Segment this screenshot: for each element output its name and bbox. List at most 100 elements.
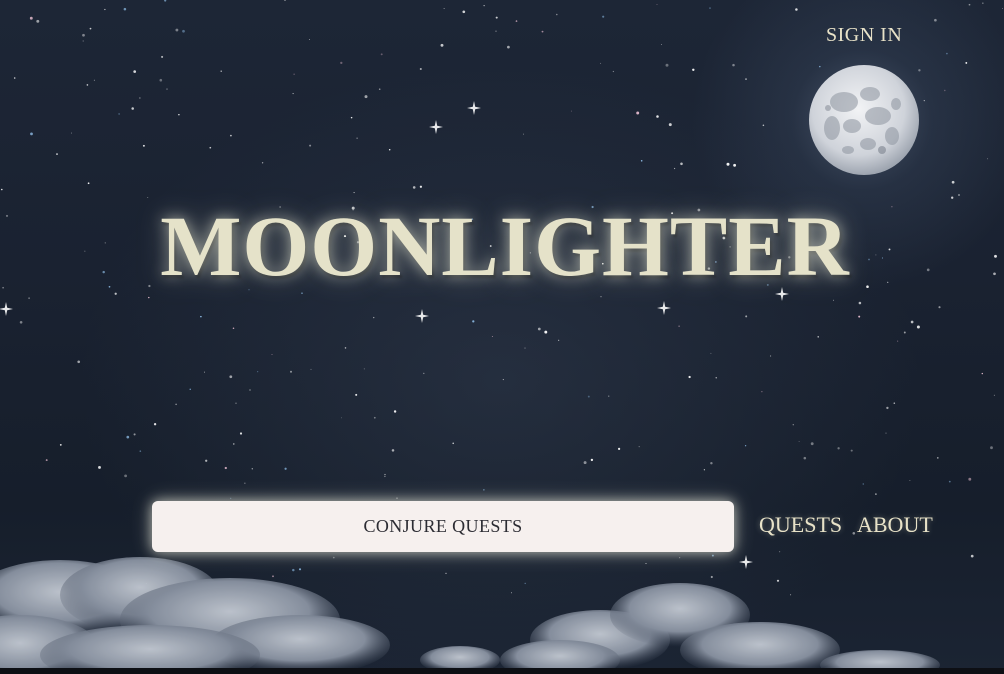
about-link[interactable]: ABOUT (857, 512, 933, 538)
star (733, 163, 737, 167)
star (235, 402, 237, 404)
star (524, 347, 526, 349)
star (483, 489, 485, 491)
star (36, 19, 40, 23)
star (384, 473, 386, 476)
star (419, 67, 422, 71)
star (104, 242, 106, 244)
star (292, 93, 294, 95)
star (59, 444, 62, 446)
star (948, 480, 951, 483)
star (153, 423, 157, 426)
star (388, 149, 391, 151)
star (310, 368, 312, 370)
star (309, 144, 312, 147)
star (583, 461, 587, 465)
star (350, 116, 353, 119)
star (862, 483, 864, 485)
star (993, 394, 995, 396)
star (745, 78, 747, 80)
star (82, 33, 85, 37)
star (82, 40, 84, 42)
sign-in-link[interactable]: SIGN IN (826, 24, 902, 47)
star (522, 133, 525, 135)
star (257, 371, 259, 373)
star (726, 162, 730, 166)
star (133, 70, 137, 73)
star (981, 372, 983, 375)
star (124, 474, 127, 478)
star (958, 194, 960, 196)
star (380, 53, 383, 56)
star (133, 433, 136, 436)
star (608, 395, 610, 397)
star (353, 192, 355, 194)
clouds (0, 557, 940, 674)
star (990, 446, 993, 450)
star (391, 449, 395, 452)
star (770, 355, 772, 357)
star (378, 88, 381, 90)
hero-scene: SIGN IN MOONLIGHTER CONJURE QUESTS QUEST… (0, 0, 1004, 674)
star (384, 475, 386, 478)
sparkle-star (429, 120, 443, 134)
star (293, 73, 295, 75)
star (938, 306, 941, 309)
star (888, 248, 891, 251)
star (703, 469, 706, 471)
star (393, 410, 397, 413)
star (118, 113, 120, 115)
star (858, 315, 861, 318)
conjure-quests-button[interactable]: CONJURE QUESTS (152, 501, 734, 552)
star (220, 70, 222, 72)
star (951, 180, 955, 184)
star (148, 296, 150, 299)
star (2, 286, 4, 289)
star (98, 465, 101, 469)
star (987, 158, 989, 160)
star (558, 339, 560, 341)
star (5, 214, 9, 217)
star (142, 144, 145, 147)
star (612, 70, 615, 73)
star (810, 442, 814, 446)
star (340, 61, 343, 65)
star (189, 388, 191, 390)
star (891, 206, 893, 208)
star (205, 459, 208, 462)
star (661, 44, 662, 46)
star (795, 8, 798, 11)
moon-icon (809, 65, 919, 175)
star (104, 8, 106, 11)
star (89, 27, 92, 30)
star (886, 406, 889, 410)
star (86, 84, 89, 86)
star (77, 360, 81, 364)
star (688, 375, 691, 379)
quests-link[interactable]: QUESTS (759, 512, 842, 538)
star (837, 447, 840, 450)
star (875, 493, 877, 495)
star (968, 3, 971, 6)
star (102, 270, 105, 274)
star (674, 167, 676, 170)
sparkle-star (0, 302, 13, 316)
star (792, 424, 794, 426)
star (161, 55, 164, 58)
star (587, 395, 590, 398)
star (982, 2, 984, 4)
star (636, 111, 640, 115)
star (544, 330, 548, 334)
star (715, 377, 717, 379)
page-title: MOONLIGHTER (160, 198, 850, 294)
star (541, 30, 544, 33)
star (916, 325, 920, 329)
star (744, 445, 747, 447)
star (87, 182, 90, 185)
star (363, 368, 365, 370)
star (936, 457, 939, 459)
star (590, 458, 594, 462)
star (850, 449, 853, 452)
star (70, 132, 73, 134)
star (30, 132, 33, 136)
